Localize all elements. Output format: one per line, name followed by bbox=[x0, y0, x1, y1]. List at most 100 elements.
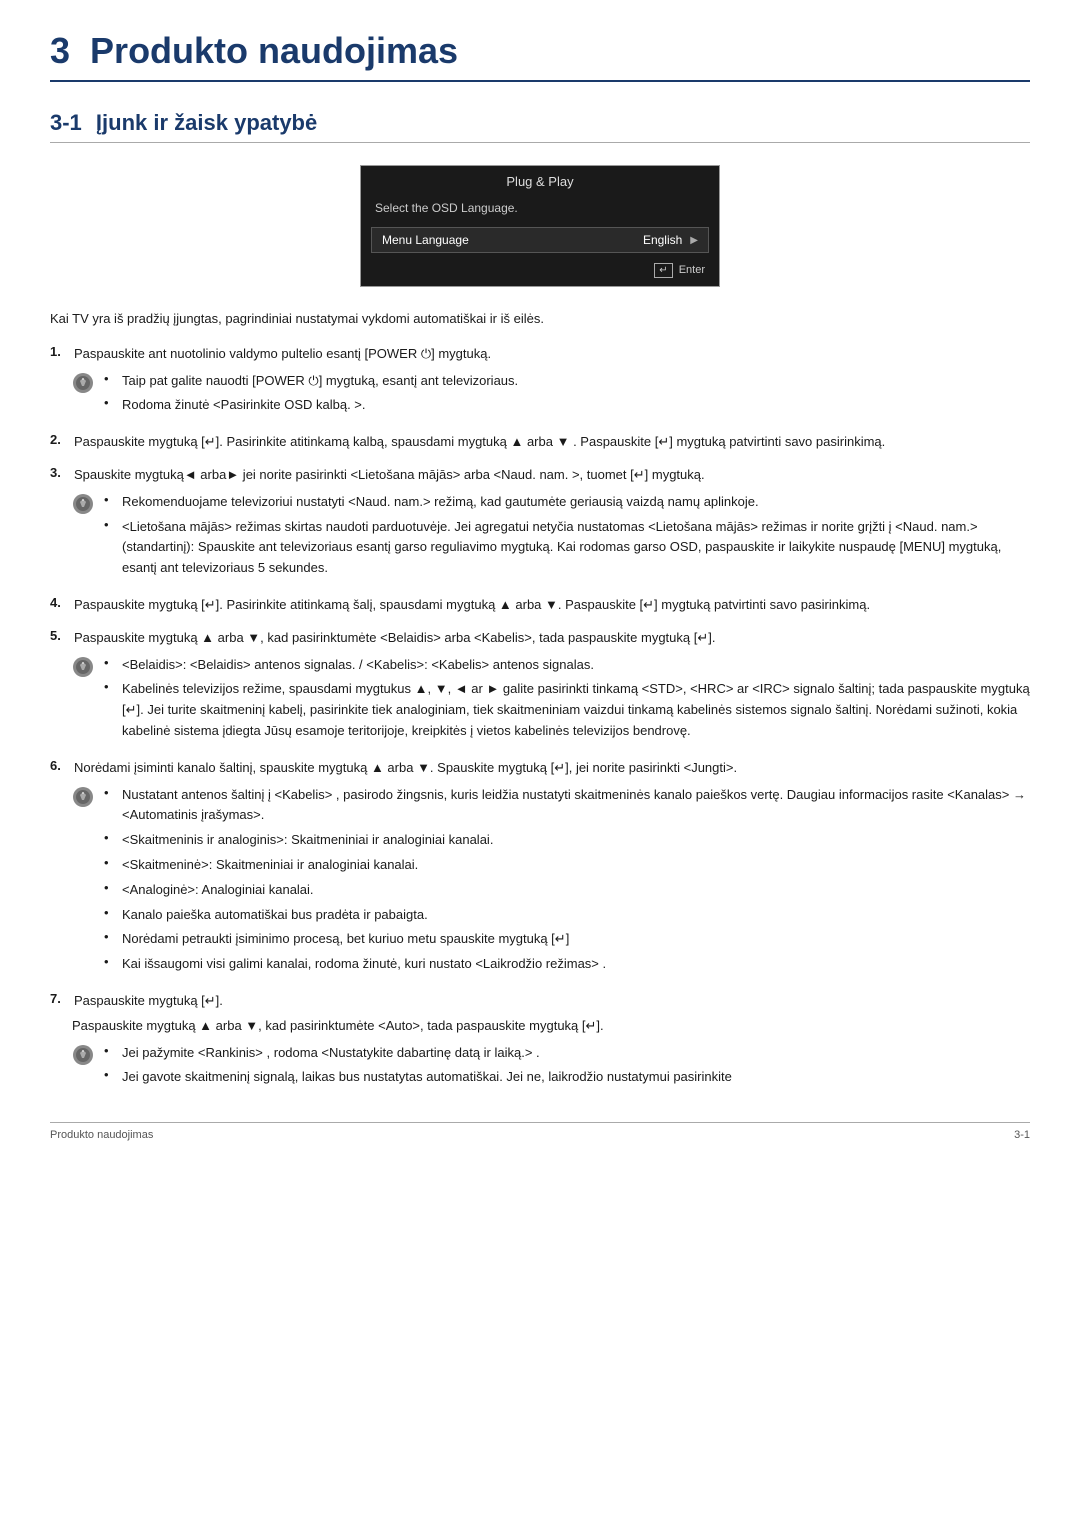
chapter-number: 3 bbox=[50, 30, 70, 71]
step-7-note-content: • Jei pažymite <Rankinis> , rodoma <Nust… bbox=[104, 1043, 1030, 1093]
note-item: • Kai išsaugomi visi galimi kanalai, rod… bbox=[104, 954, 1030, 975]
step-2-line: 2. Paspauskite mygtuką [↵]. Pasirinkite … bbox=[50, 432, 1030, 453]
footer-left: Produkto naudojimas bbox=[50, 1129, 153, 1141]
step-1-note-content: • Taip pat galite nauodti [POWER ⏻] mygt… bbox=[104, 371, 1030, 421]
step-3-note: • Rekomenduojame televizoriui nustatyti … bbox=[72, 492, 1030, 583]
step-6-line: 6. Norėdami įsiminti kanalo šaltinį, spa… bbox=[50, 758, 1030, 779]
note-item: • <Analoginė>: Analoginiai kanalai. bbox=[104, 880, 1030, 901]
note-text: <Skaitmeninis ir analoginis>: Skaitmenin… bbox=[122, 830, 493, 851]
note-text: <Belaidis>: <Belaidis> antenos signalas.… bbox=[122, 655, 594, 676]
footer-right: 3-1 bbox=[1014, 1129, 1030, 1141]
step-6-note: • Nustatant antenos šaltinį į <Kabelis> … bbox=[72, 785, 1030, 979]
step-5: 5. Paspauskite mygtuką ▲ arba ▼, kad pas… bbox=[50, 628, 1030, 746]
bullet: • bbox=[104, 830, 118, 845]
note-text: Rekomenduojame televizoriui nustatyti <N… bbox=[122, 492, 759, 513]
step-6-text: Norėdami įsiminti kanalo šaltinį, spausk… bbox=[74, 758, 1030, 779]
chapter-title: 3 Produkto naudojimas bbox=[50, 30, 1030, 82]
osd-enter-label: Enter bbox=[679, 264, 705, 276]
step-1-number: 1. bbox=[50, 344, 70, 359]
step-5-line: 5. Paspauskite mygtuką ▲ arba ▼, kad pas… bbox=[50, 628, 1030, 649]
note-text: <Skaitmeninė>: Skaitmeniniai ir analogin… bbox=[122, 855, 418, 876]
note-item: • <Lietošana mājās> režimas skirtas naud… bbox=[104, 517, 1030, 579]
step-1: 1. Paspauskite ant nuotolinio valdymo pu… bbox=[50, 344, 1030, 420]
note-item: • Kabelinės televizijos režime, spausdam… bbox=[104, 679, 1030, 741]
step-2-number: 2. bbox=[50, 432, 70, 447]
step-7-subtext: Paspauskite mygtuką ▲ arba ▼, kad pasiri… bbox=[72, 1016, 1030, 1037]
note-item: • <Belaidis>: <Belaidis> antenos signala… bbox=[104, 655, 1030, 676]
note-item: • Kanalo paieška automatiškai bus pradėt… bbox=[104, 905, 1030, 926]
bullet: • bbox=[104, 492, 118, 507]
note-text: Kabelinės televizijos režime, spausdami … bbox=[122, 679, 1030, 741]
bullet: • bbox=[104, 1043, 118, 1058]
step-4-number: 4. bbox=[50, 595, 70, 610]
section-number: 3-1 bbox=[50, 110, 82, 135]
note-text: Kanalo paieška automatiškai bus pradėta … bbox=[122, 905, 428, 926]
osd-menu-language-value: English ▶ bbox=[643, 233, 698, 247]
bullet: • bbox=[104, 785, 118, 800]
note-item: • Jei gavote skaitmeninį signalą, laikas… bbox=[104, 1067, 1030, 1088]
note-text: Nustatant antenos šaltinį į <Kabelis> , … bbox=[122, 785, 1030, 827]
note-item: • <Skaitmeninė>: Skaitmeniniai ir analog… bbox=[104, 855, 1030, 876]
step-7: 7. Paspauskite mygtuką [↵]. Paspauskite … bbox=[50, 991, 1030, 1092]
step-6-number: 6. bbox=[50, 758, 70, 773]
note-item: • Jei pažymite <Rankinis> , rodoma <Nust… bbox=[104, 1043, 1030, 1064]
step-7-number: 7. bbox=[50, 991, 70, 1006]
section-title-text: Įjunk ir žaisk ypatybė bbox=[96, 110, 317, 135]
note-text: Jei gavote skaitmeninį signalą, laikas b… bbox=[122, 1067, 732, 1088]
step-5-note-content: • <Belaidis>: <Belaidis> antenos signala… bbox=[104, 655, 1030, 746]
note-icon bbox=[72, 372, 94, 394]
bullet: • bbox=[104, 905, 118, 920]
osd-menu-language-row: Menu Language English ▶ bbox=[371, 227, 709, 253]
step-1-note: • Taip pat galite nauodti [POWER ⏻] mygt… bbox=[72, 371, 1030, 421]
note-item: • Taip pat galite nauodti [POWER ⏻] mygt… bbox=[104, 371, 1030, 392]
page-footer: Produkto naudojimas 3-1 bbox=[50, 1122, 1030, 1141]
note-item: • Rekomenduojame televizoriui nustatyti … bbox=[104, 492, 1030, 513]
step-3: 3. Spauskite mygtuką◄ arba► jei norite p… bbox=[50, 465, 1030, 583]
bullet: • bbox=[104, 954, 118, 969]
step-6: 6. Norėdami įsiminti kanalo šaltinį, spa… bbox=[50, 758, 1030, 979]
bullet: • bbox=[104, 1067, 118, 1082]
note-item: • <Skaitmeninis ir analoginis>: Skaitmen… bbox=[104, 830, 1030, 851]
step-5-number: 5. bbox=[50, 628, 70, 643]
bullet: • bbox=[104, 655, 118, 670]
note-icon bbox=[72, 656, 94, 678]
note-text: Taip pat galite nauodti [POWER ⏻] mygtuk… bbox=[122, 371, 518, 392]
bullet: • bbox=[104, 517, 118, 532]
step-3-note-content: • Rekomenduojame televizoriui nustatyti … bbox=[104, 492, 1030, 583]
note-item: • Nustatant antenos šaltinį į <Kabelis> … bbox=[104, 785, 1030, 827]
osd-screenshot: Plug & Play Select the OSD Language. Men… bbox=[360, 165, 720, 287]
step-3-number: 3. bbox=[50, 465, 70, 480]
intro-text: Kai TV yra iš pradžių įjungtas, pagrindi… bbox=[50, 309, 1030, 330]
note-text: <Analoginė>: Analoginiai kanalai. bbox=[122, 880, 314, 901]
step-7-note: • Jei pažymite <Rankinis> , rodoma <Nust… bbox=[72, 1043, 1030, 1093]
step-7-line: 7. Paspauskite mygtuką [↵]. bbox=[50, 991, 1030, 1012]
step-5-text: Paspauskite mygtuką ▲ arba ▼, kad pasiri… bbox=[74, 628, 1030, 649]
step-2: 2. Paspauskite mygtuką [↵]. Pasirinkite … bbox=[50, 432, 1030, 453]
bullet: • bbox=[104, 929, 118, 944]
step-2-text: Paspauskite mygtuką [↵]. Pasirinkite ati… bbox=[74, 432, 1030, 453]
section-title: 3-1 Įjunk ir žaisk ypatybė bbox=[50, 110, 1030, 143]
note-icon bbox=[72, 493, 94, 515]
note-item: • Norėdami petraukti įsiminimo procesą, … bbox=[104, 929, 1030, 950]
chapter-title-text: Produkto naudojimas bbox=[90, 30, 458, 71]
step-5-note: • <Belaidis>: <Belaidis> antenos signala… bbox=[72, 655, 1030, 746]
osd-arrow-icon: ▶ bbox=[690, 235, 698, 246]
note-text: Jei pažymite <Rankinis> , rodoma <Nustat… bbox=[122, 1043, 540, 1064]
bullet: • bbox=[104, 371, 118, 386]
note-text: <Lietošana mājās> režimas skirtas naudot… bbox=[122, 517, 1030, 579]
bullet: • bbox=[104, 679, 118, 694]
note-icon bbox=[72, 786, 94, 808]
osd-subtitle: Select the OSD Language. bbox=[361, 195, 719, 223]
bullet: • bbox=[104, 855, 118, 870]
step-3-text: Spauskite mygtuką◄ arba► jei norite pasi… bbox=[74, 465, 1030, 486]
step-6-note-content: • Nustatant antenos šaltinį į <Kabelis> … bbox=[104, 785, 1030, 979]
step-7-text: Paspauskite mygtuką [↵]. bbox=[74, 991, 1030, 1012]
step-1-line: 1. Paspauskite ant nuotolinio valdymo pu… bbox=[50, 344, 1030, 365]
osd-title: Plug & Play bbox=[361, 166, 719, 195]
step-3-line: 3. Spauskite mygtuką◄ arba► jei norite p… bbox=[50, 465, 1030, 486]
step-1-text: Paspauskite ant nuotolinio valdymo pulte… bbox=[74, 344, 1030, 365]
note-text: Rodoma žinutė <Pasirinkite OSD kalbą. >. bbox=[122, 395, 366, 416]
step-7-sub-text: Paspauskite mygtuką ▲ arba ▼, kad pasiri… bbox=[72, 1018, 604, 1033]
note-item: • Rodoma žinutė <Pasirinkite OSD kalbą. … bbox=[104, 395, 1030, 416]
note-text: Kai išsaugomi visi galimi kanalai, rodom… bbox=[122, 954, 606, 975]
